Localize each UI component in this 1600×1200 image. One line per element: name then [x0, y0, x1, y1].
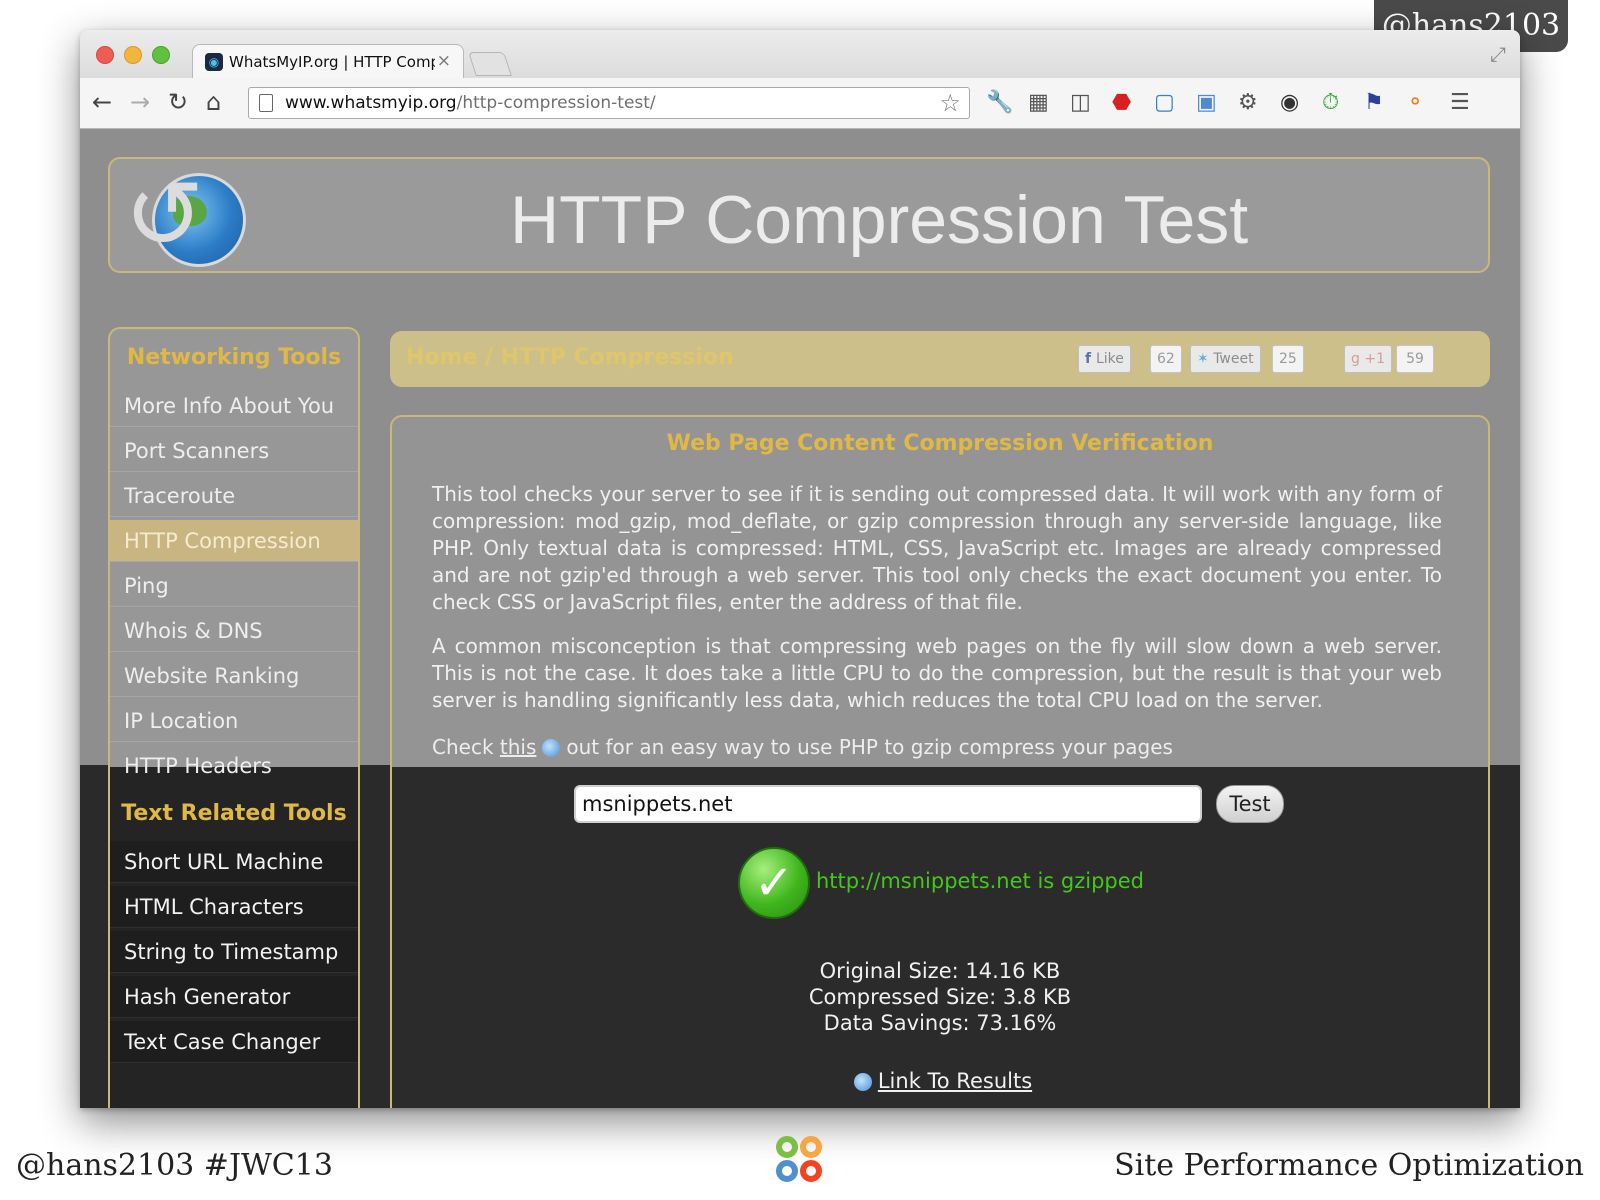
browser-tab[interactable]: ◉ WhatsMyIP.org | HTTP Comp × — [192, 44, 464, 78]
sidebar-item-hash-generator[interactable]: Hash Generator — [110, 976, 358, 1018]
url-input[interactable] — [574, 785, 1202, 823]
address-url[interactable]: www.whatsmyip.org/http-compression-test/ — [285, 93, 656, 113]
close-window-button[interactable] — [96, 46, 114, 64]
gear-icon[interactable]: ⚙ — [1238, 90, 1258, 116]
sidebar-item-ping[interactable]: Ping — [110, 565, 358, 607]
text-tools-heading: Text Related Tools — [121, 801, 347, 826]
facebook-icon: f — [1085, 351, 1096, 367]
compressed-size: Compressed Size: 3.8 KB — [808, 985, 1072, 1009]
sidebar-item-whois-dns[interactable]: Whois & DNS — [110, 610, 358, 652]
checkmark-success-icon: ✓ — [738, 847, 810, 919]
check-this-link[interactable]: this — [500, 735, 537, 759]
back-icon[interactable]: ← — [92, 88, 112, 116]
reload-icon[interactable]: ↻ — [168, 88, 188, 116]
web-page: ↺ HTTP Compression Test Networking Tools… — [80, 129, 1520, 1108]
fullscreen-icon[interactable]: ⤢ — [1490, 42, 1506, 66]
browser-toolbar: ← → ↻ ⌂ www.whatsmyip.org/http-compressi… — [80, 78, 1520, 129]
globe-link-icon — [542, 739, 561, 757]
wrench-icon[interactable]: 🔧 — [986, 90, 1013, 116]
sidebar-item-ip-location[interactable]: IP Location — [110, 700, 358, 742]
rss-icon[interactable]: ⚬ — [1406, 90, 1424, 116]
sidebar-item-html-characters[interactable]: HTML Characters — [110, 886, 358, 928]
facebook-like-button[interactable]: f Like — [1078, 345, 1131, 373]
footer-handle: @hans2103 #JWC13 — [16, 1148, 333, 1183]
original-size: Original Size: 14.16 KB — [819, 959, 1061, 983]
tab-close-icon[interactable]: × — [437, 51, 451, 71]
maximize-window-button[interactable] — [152, 46, 170, 64]
networking-tools-heading: Networking Tools — [126, 345, 342, 370]
forward-icon[interactable]: → — [130, 88, 150, 116]
result-message: http://msnippets.net is gzipped — [816, 869, 1144, 893]
address-bar[interactable]: www.whatsmyip.org/http-compression-test/… — [248, 87, 970, 119]
content-heading: Web Page Content Compression Verificatio… — [666, 431, 1214, 456]
check-php-line: Check this out for an easy way to use PHP… — [432, 735, 1173, 759]
tweet-button[interactable]: ✶ Tweet — [1190, 345, 1261, 373]
link-to-results[interactable]: Link To Results — [392, 1069, 1488, 1093]
flag-icon[interactable]: ⚑ — [1364, 90, 1384, 116]
sidebar-item-more-info[interactable]: More Info About You — [110, 385, 358, 427]
sidebar-item-website-ranking[interactable]: Website Ranking — [110, 655, 358, 697]
timer-icon[interactable]: ⏱ — [1322, 90, 1339, 116]
menu-icon[interactable]: ☰ — [1450, 90, 1470, 116]
screen-capture-icon[interactable]: ◫ — [1070, 90, 1091, 116]
intro-paragraph: This tool checks your server to see if i… — [432, 482, 1442, 614]
google-plus-icon: g — [1351, 351, 1365, 367]
sidebar: Networking Tools More Info About You Por… — [108, 327, 360, 1108]
sidebar-item-http-headers[interactable]: HTTP Headers — [110, 745, 358, 787]
fullscreen-ext-icon[interactable]: ▢ — [1154, 90, 1175, 116]
breadcrumb-home[interactable]: Home — [406, 345, 477, 370]
sidebar-item-port-scanners[interactable]: Port Scanners — [110, 430, 358, 472]
browser-window: ◉ WhatsMyIP.org | HTTP Comp × ⤢ ← → ↻ ⌂ … — [80, 30, 1520, 1108]
sidebar-item-string-timestamp[interactable]: String to Timestamp — [110, 931, 358, 973]
title-bar: ◉ WhatsMyIP.org | HTTP Comp × ⤢ — [80, 30, 1520, 78]
refresh-arrows-icon: ↺ — [124, 159, 205, 271]
misconception-paragraph: A common misconception is that compressi… — [432, 634, 1442, 712]
like-count: 62 — [1150, 345, 1182, 373]
test-button[interactable]: Test — [1216, 785, 1284, 823]
tab-title: WhatsMyIP.org | HTTP Comp — [229, 53, 435, 71]
sidebar-item-traceroute[interactable]: Traceroute — [110, 475, 358, 517]
plus-count: 59 — [1396, 345, 1434, 373]
sidebar-item-http-compression[interactable]: HTTP Compression — [110, 520, 358, 562]
minimize-window-button[interactable] — [124, 46, 142, 64]
home-icon[interactable]: ⌂ — [206, 88, 221, 116]
breadcrumb-separator: / — [485, 345, 494, 370]
site-favicon-icon: ◉ — [205, 53, 223, 71]
breadcrumb-current: HTTP Compression — [500, 345, 734, 370]
globe-results-icon — [853, 1073, 872, 1091]
footer-talk-title: Site Performance Optimization — [1114, 1148, 1584, 1183]
bookmark-star-icon[interactable]: ☆ — [939, 89, 961, 117]
google-plus-button[interactable]: g +1 — [1344, 345, 1392, 373]
page-icon — [259, 94, 273, 112]
data-savings: Data Savings: 73.16% — [823, 1011, 1057, 1035]
adblock-icon[interactable]: ⬣ — [1112, 90, 1131, 116]
color-wheel-icon[interactable]: ◉ — [1280, 90, 1299, 116]
sidebar-item-text-case[interactable]: Text Case Changer — [110, 1021, 358, 1063]
page-title: HTTP Compression Test — [510, 182, 1249, 258]
qr-icon[interactable]: ▦ — [1028, 90, 1049, 116]
twitter-icon: ✶ — [1197, 351, 1214, 367]
sidebar-item-short-url[interactable]: Short URL Machine — [110, 841, 358, 883]
main-content: Web Page Content Compression Verificatio… — [390, 415, 1490, 1108]
new-tab-button[interactable] — [468, 52, 512, 76]
joomla-logo-icon — [776, 1136, 824, 1184]
breadcrumb-trail: Home / HTTP Compression — [406, 345, 734, 370]
breadcrumb: Home / HTTP Compression f Like 62 ✶ Twee… — [390, 331, 1490, 387]
image-icon[interactable]: ▣ — [1196, 90, 1217, 116]
site-header: ↺ HTTP Compression Test — [108, 157, 1490, 273]
tweet-count: 25 — [1272, 345, 1304, 373]
